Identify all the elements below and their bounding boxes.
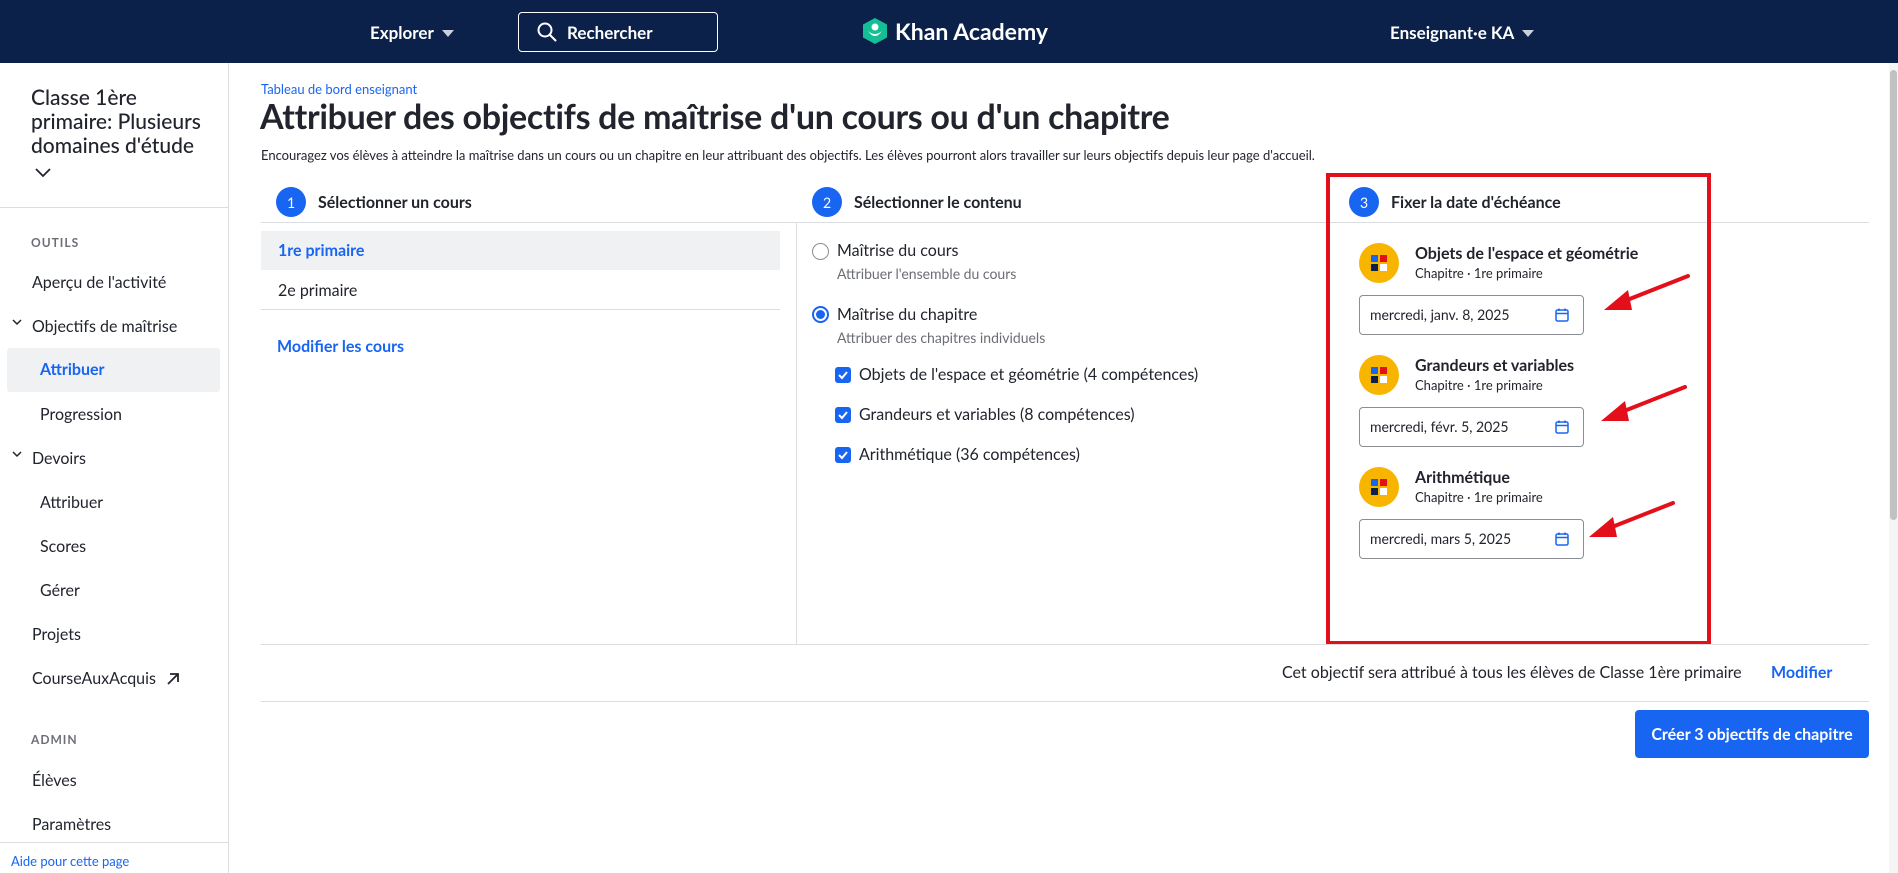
page-description: Encouragez vos élèves à atteindre la maî…: [261, 147, 1315, 163]
section-tools: OUTILS: [31, 235, 80, 250]
course-mastery-sub: Attribuer l'ensemble du cours: [837, 265, 1017, 282]
chapter-label-arithmetic: Arithmétique (36 compétences): [859, 445, 1080, 464]
check-icon: [838, 371, 848, 380]
chevron-down-icon[interactable]: [12, 449, 22, 459]
sidebar-item-activity[interactable]: Aperçu de l'activité: [32, 273, 166, 292]
logo-text: Khan Academy: [895, 17, 1049, 45]
help-link[interactable]: Aide pour cette page: [11, 853, 129, 869]
footer-top-divider: [261, 644, 1869, 645]
footer-bottom-divider: [261, 701, 1869, 702]
chapter-mastery-radio[interactable]: [812, 306, 829, 323]
create-goals-button[interactable]: Créer 3 objectifs de chapitre: [1635, 710, 1869, 758]
breadcrumb[interactable]: Tableau de bord enseignant: [261, 81, 417, 97]
sidebar-divider: [0, 207, 228, 208]
course-mastery-label: Maîtrise du cours: [837, 241, 959, 260]
sidebar-item-homework-manage[interactable]: Gérer: [40, 581, 80, 600]
caret-down-icon: [1522, 30, 1535, 37]
search-icon: [537, 22, 557, 42]
explore-label: Explorer: [370, 22, 434, 43]
top-nav: Explorer Rechercher Khan Academy Enseign…: [0, 0, 1898, 63]
chapter-checkbox-measurement[interactable]: [835, 407, 851, 423]
khan-academy-logo[interactable]: Khan Academy: [862, 17, 1048, 45]
sidebar-item-mastery[interactable]: Objectifs de maîtrise: [32, 317, 177, 336]
sidebar-item-homework[interactable]: Devoirs: [32, 449, 86, 468]
chapter-label-geometry: Objets de l'espace et géométrie (4 compé…: [859, 365, 1199, 384]
user-label: Enseignant·e KA: [1390, 22, 1515, 43]
sidebar-item-homework-scores[interactable]: Scores: [40, 537, 86, 556]
step-1-number: 1: [276, 187, 306, 217]
khan-logo-icon: [863, 18, 887, 44]
chapter-label-measurement: Grandeurs et variables (8 compétences): [859, 405, 1135, 424]
search-label: Rechercher: [567, 21, 653, 43]
user-menu[interactable]: Enseignant·e KA: [1390, 22, 1535, 43]
modify-assignees-link[interactable]: Modifier: [1771, 663, 1832, 682]
annotation-arrow: [1601, 385, 1687, 421]
step-1-header: 1 Sélectionner un cours: [276, 187, 472, 217]
step-2-label: Sélectionner le contenu: [854, 192, 1022, 212]
annotation-arrow: [1604, 274, 1690, 310]
chapter-mastery-sub: Attribuer des chapitres individuels: [837, 329, 1046, 346]
page-title: Attribuer des objectifs de maîtrise d'un…: [260, 96, 1170, 137]
section-admin: ADMIN: [31, 732, 78, 747]
chevron-down-icon[interactable]: [34, 167, 52, 179]
chapter-checkbox-geometry[interactable]: [835, 367, 851, 383]
chevron-down-icon[interactable]: [12, 317, 22, 327]
annotation-arrow: [1589, 501, 1675, 537]
course-challenge-label: CourseAuxAcquis: [32, 669, 156, 688]
step-1-label: Sélectionner un cours: [318, 192, 472, 212]
check-icon: [838, 451, 848, 460]
sidebar-item-mastery-progress[interactable]: Progression: [40, 405, 122, 424]
search-button[interactable]: Rechercher: [518, 12, 718, 52]
course-item-1re-primaire[interactable]: 1re primaire: [261, 231, 780, 270]
step-2-number: 2: [812, 187, 842, 217]
sidebar: Classe 1ère primaire: Plusieurs domaines…: [0, 63, 229, 873]
scrollbar-thumb[interactable]: [1890, 70, 1897, 520]
external-link-icon: [167, 672, 179, 685]
sidebar-item-mastery-assign[interactable]: Attribuer: [7, 348, 220, 392]
sidebar-bottom-divider: [0, 842, 228, 843]
courses-divider: [261, 309, 780, 310]
sidebar-item-course-challenge[interactable]: CourseAuxAcquis: [32, 669, 180, 688]
step-2-header: 2 Sélectionner le contenu: [812, 187, 1022, 217]
caret-down-icon: [441, 30, 454, 37]
sidebar-item-students[interactable]: Élèves: [32, 771, 77, 790]
column-divider: [796, 222, 797, 644]
explore-menu[interactable]: Explorer: [370, 22, 454, 43]
sidebar-item-projects[interactable]: Projets: [32, 625, 81, 644]
sidebar-item-homework-assign[interactable]: Attribuer: [40, 493, 103, 512]
course-item-2e-primaire[interactable]: 2e primaire: [261, 271, 780, 310]
chapter-checkbox-arithmetic[interactable]: [835, 447, 851, 463]
check-icon: [838, 411, 848, 420]
class-title: Classe 1ère primaire: Plusieurs domaines…: [31, 85, 201, 158]
modify-courses-link[interactable]: Modifier les cours: [277, 337, 404, 356]
course-mastery-radio[interactable]: [812, 243, 829, 260]
chapter-mastery-label: Maîtrise du chapitre: [837, 305, 978, 324]
assign-note: Cet objectif sera attribué à tous les él…: [1282, 663, 1742, 682]
sidebar-item-settings[interactable]: Paramètres: [32, 815, 111, 834]
